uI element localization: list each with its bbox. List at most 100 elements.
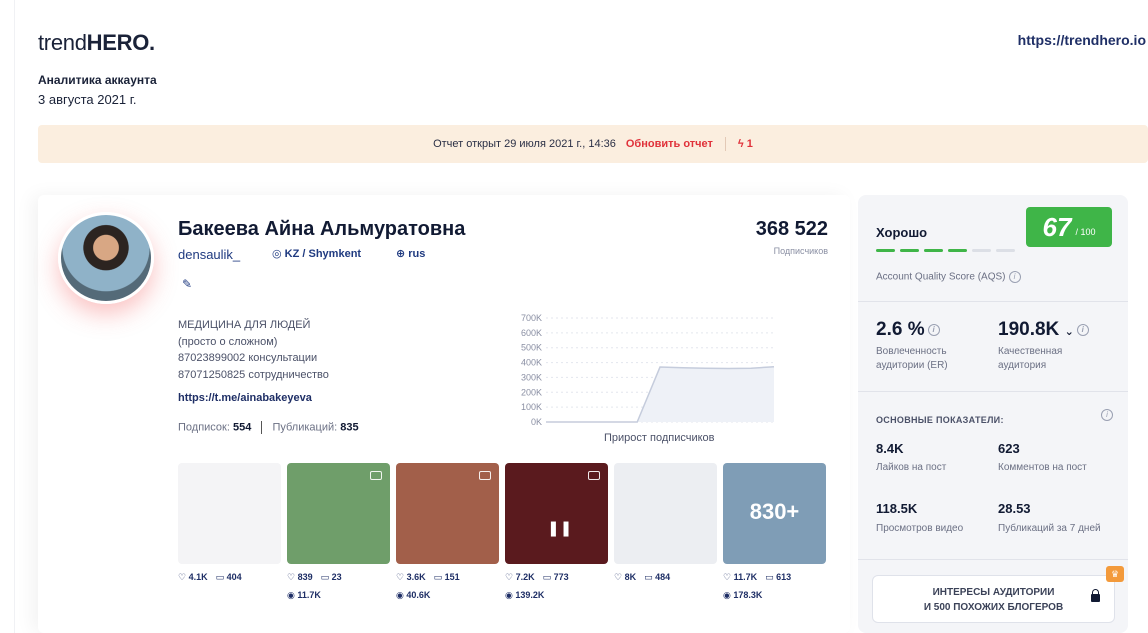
views-value: 139.2K bbox=[515, 590, 545, 600]
credits-counter: ϟ 1 bbox=[738, 138, 753, 150]
aqs-segment-empty bbox=[972, 249, 991, 252]
page-divider bbox=[14, 0, 15, 633]
post-thumbnail[interactable] bbox=[287, 463, 390, 564]
post-card[interactable]: ♡ 4.1K ▭ 404 bbox=[178, 463, 281, 601]
post-likes: ♡ 8K bbox=[614, 572, 636, 583]
bio-line: МЕДИЦИНА ДЛЯ ЛЮДЕЙ bbox=[178, 319, 311, 331]
profile-handle[interactable]: densaulik_ bbox=[178, 247, 240, 262]
edit-pencil-icon[interactable]: ✎ bbox=[182, 277, 192, 291]
following-count: 554 bbox=[232, 421, 252, 434]
posts-label: Публикаций: bbox=[272, 421, 338, 434]
aqs-max: / 100 bbox=[1075, 227, 1096, 237]
post-thumbnail[interactable] bbox=[614, 463, 717, 564]
info-icon[interactable]: i bbox=[1008, 271, 1021, 283]
metric-value: 118.5K bbox=[876, 501, 918, 516]
chevron-down-icon[interactable]: ⌄ bbox=[1065, 326, 1074, 338]
y-tick-label: 300K bbox=[521, 372, 542, 382]
info-icon[interactable]: i bbox=[1076, 323, 1089, 336]
aqs-progress-bar bbox=[876, 249, 1015, 252]
panel-divider bbox=[858, 391, 1128, 392]
site-link[interactable]: https://trendhero.io bbox=[1018, 32, 1146, 48]
eye-icon: ◉ bbox=[723, 590, 731, 600]
report-date: 3 августа 2021 г. bbox=[38, 92, 137, 107]
lock-icon bbox=[1091, 589, 1100, 602]
profile-language: ⊕ rus bbox=[396, 247, 425, 260]
post-likes: ♡ 839 bbox=[287, 572, 313, 583]
info-icon[interactable]: i bbox=[1101, 409, 1113, 421]
metric-label: Публикаций за 7 дней bbox=[998, 523, 1101, 534]
refresh-report-button[interactable]: Обновить отчет bbox=[626, 138, 713, 150]
likes-value: 3.6K bbox=[406, 572, 426, 582]
aqs-segment-empty bbox=[996, 249, 1015, 252]
info-icon[interactable]: i bbox=[927, 323, 940, 336]
post-thumbnail[interactable]: 830+ bbox=[723, 463, 826, 564]
post-views: ◉ 11.7K bbox=[287, 590, 390, 601]
bio-link[interactable]: https://t.me/ainabakeyeva bbox=[178, 392, 312, 404]
aqs-score: 67 bbox=[1042, 211, 1072, 242]
post-comments: ▭ 773 bbox=[543, 572, 569, 583]
post-stats: ♡ 8K ▭ 484 bbox=[614, 572, 717, 583]
panel-divider bbox=[858, 559, 1128, 560]
post-comments: ▭ 404 bbox=[216, 572, 242, 583]
aqs-score-badge: 67 / 100 bbox=[1026, 207, 1112, 247]
post-stats: ♡ 7.2K ▭ 773 bbox=[505, 572, 608, 583]
post-stats: ♡ 11.7K ▭ 613 bbox=[723, 572, 826, 583]
comment-icon: ▭ bbox=[433, 572, 443, 582]
profile-name: Бакеева Айна Альмуратовна bbox=[178, 218, 466, 240]
post-thumbnail[interactable] bbox=[396, 463, 499, 564]
engagement-number: 2.6 % bbox=[876, 319, 925, 340]
post-card[interactable]: ♡ 3.6K ▭ 151 ◉ 40.6K bbox=[396, 463, 499, 601]
likes-value: 11.7K bbox=[733, 572, 758, 582]
video-camera-icon bbox=[588, 471, 600, 480]
post-likes: ♡ 7.2K bbox=[505, 572, 535, 583]
likes-value: 839 bbox=[297, 572, 313, 582]
y-tick-label: 700K bbox=[521, 313, 542, 323]
comments-value: 613 bbox=[776, 572, 792, 582]
growth-area bbox=[546, 366, 774, 422]
avatar bbox=[58, 212, 154, 304]
post-comments: ▭ 484 bbox=[644, 572, 670, 583]
heart-icon: ♡ bbox=[178, 572, 187, 582]
comments-value: 773 bbox=[553, 572, 569, 582]
comments-value: 404 bbox=[226, 572, 242, 582]
engagement-value: 2.6 % i bbox=[876, 319, 940, 341]
post-views bbox=[178, 590, 281, 601]
post-card[interactable]: ♡ 8K ▭ 484 bbox=[614, 463, 717, 601]
location-pin-icon: ◎ bbox=[272, 248, 282, 260]
post-likes: ♡ 3.6K bbox=[396, 572, 426, 583]
pause-icon: ❚❚ bbox=[547, 520, 573, 537]
globe-icon: ⊕ bbox=[396, 248, 406, 260]
report-banner: Отчет открыт 29 июля 2021 г., 14:36 Обно… bbox=[38, 125, 1148, 163]
post-card[interactable]: ♡ 839 ▭ 23 ◉ 11.7K bbox=[287, 463, 390, 601]
video-camera-icon bbox=[479, 471, 491, 480]
aqs-segment-filled bbox=[876, 249, 895, 252]
post-thumbnail[interactable] bbox=[178, 463, 281, 564]
views-value: 40.6K bbox=[406, 590, 431, 600]
post-badge: 830+ bbox=[749, 499, 800, 524]
post-thumbnail[interactable]: ❚❚ bbox=[505, 463, 608, 564]
eye-icon: ◉ bbox=[505, 590, 513, 600]
likes-value: 7.2K bbox=[515, 572, 535, 582]
heart-icon: ♡ bbox=[614, 572, 623, 582]
comment-icon: ▭ bbox=[215, 572, 225, 582]
quality-audience-value: 190.8K ⌄ i bbox=[998, 319, 1089, 341]
heart-icon: ♡ bbox=[287, 572, 296, 582]
metric-label: Лайков на пост bbox=[876, 462, 947, 473]
logo-bold: HERO. bbox=[86, 30, 155, 55]
comments-value: 23 bbox=[331, 572, 342, 582]
post-card[interactable]: ❚❚ ♡ 7.2K ▭ 773 ◉ 139.2K bbox=[505, 463, 608, 601]
post-card[interactable]: 830+ ♡ 11.7K ▭ 613 ◉ 178.3K bbox=[723, 463, 826, 601]
comments-value: 484 bbox=[655, 572, 671, 582]
heart-icon: ♡ bbox=[723, 572, 732, 582]
aqs-segment-filled bbox=[948, 249, 967, 252]
audience-interests-button[interactable]: ИНТЕРЕСЫ АУДИТОРИИ И 500 ПОХОЖИХ БЛОГЕРО… bbox=[872, 575, 1115, 623]
metric-label: Комментов на пост bbox=[998, 462, 1087, 473]
post-likes: ♡ 11.7K bbox=[723, 572, 757, 583]
aqs-segment-filled bbox=[900, 249, 919, 252]
comment-icon: ▭ bbox=[542, 572, 552, 582]
post-stats: ♡ 839 ▭ 23 bbox=[287, 572, 390, 583]
trendhero-logo[interactable]: trendHERO. bbox=[38, 30, 155, 56]
chart-title: Прирост подписчиков bbox=[604, 432, 715, 444]
profile-bio: МЕДИЦИНА ДЛЯ ЛЮДЕЙ (просто о сложном) 87… bbox=[178, 317, 329, 383]
heart-icon: ♡ bbox=[505, 572, 514, 582]
